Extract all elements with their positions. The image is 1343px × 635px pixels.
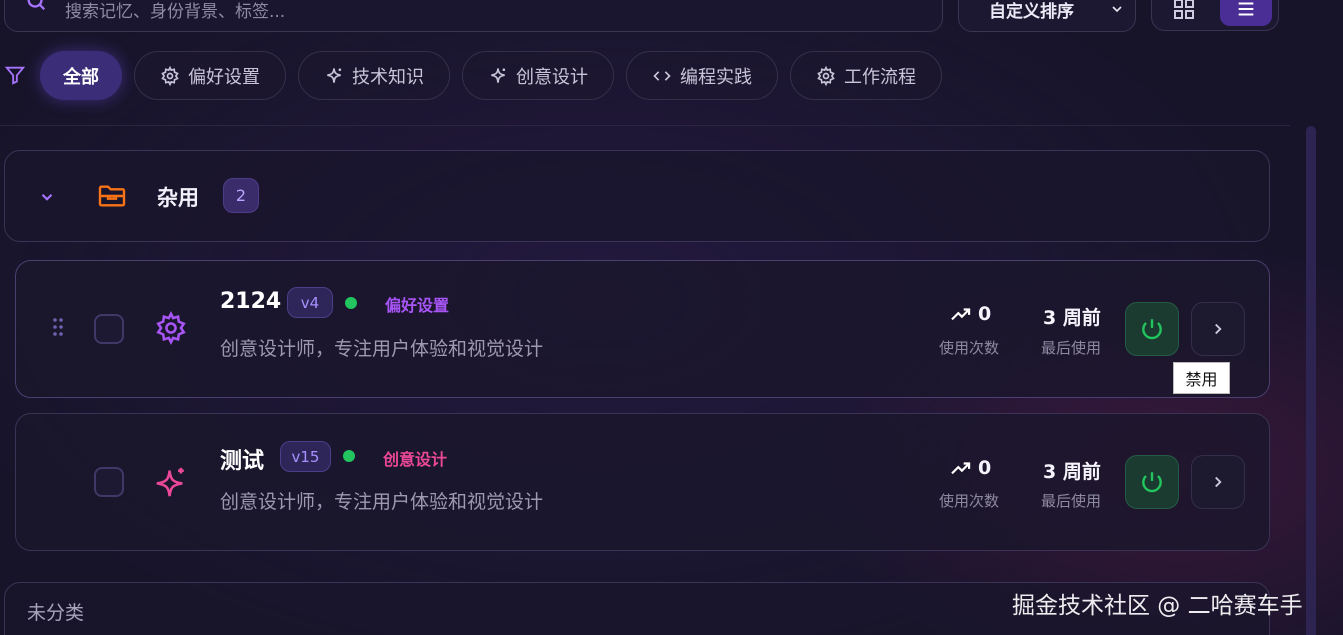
filter-chip-all[interactable]: 全部	[40, 51, 122, 100]
chevron-right-icon	[1215, 323, 1222, 335]
scrollbar[interactable]	[1306, 126, 1316, 635]
usage-count-value: 0	[978, 303, 992, 325]
grid-icon	[1174, 0, 1194, 19]
filter-chip-label: 工作流程	[844, 66, 916, 88]
tooltip: 禁用	[1173, 362, 1230, 394]
grid-view-button[interactable]	[1158, 0, 1210, 26]
list-view-button[interactable]	[1220, 0, 1272, 26]
chevron-down-icon[interactable]	[38, 188, 56, 206]
item-title: 测试	[220, 449, 265, 474]
sparkle-icon	[491, 67, 506, 83]
filter-chip-label: 全部	[63, 66, 99, 88]
power-icon	[1142, 319, 1162, 340]
sparkle-icon	[327, 67, 342, 83]
usage-count: 0	[950, 457, 991, 479]
trending-up-icon	[951, 308, 971, 321]
search-input[interactable]: 搜索记忆、身份背景、标签...	[65, 0, 285, 22]
last-used-value: 3 周前	[1043, 461, 1101, 483]
filter-chip-label: 编程实践	[680, 66, 752, 88]
item-checkbox[interactable]	[94, 467, 124, 497]
trending-up-icon	[951, 462, 971, 475]
last-used-label: 最后使用	[1041, 492, 1102, 510]
folder-open-icon	[98, 185, 126, 207]
item-title: 2124	[220, 289, 282, 314]
filter-chip-coding[interactable]: 编程实践	[626, 51, 778, 100]
open-detail-button[interactable]	[1191, 455, 1245, 509]
version-badge: v15	[280, 441, 331, 472]
code-icon	[653, 70, 671, 81]
list-icon	[1238, 1, 1254, 16]
power-icon	[1142, 472, 1162, 493]
version-badge: v4	[287, 287, 333, 318]
search-box[interactable]: 搜索记忆、身份背景、标签...	[4, 0, 943, 32]
sparkle-icon	[156, 467, 184, 497]
status-dot	[345, 297, 357, 309]
group-count-badge: 2	[223, 178, 259, 213]
chevron-down-icon	[1112, 6, 1122, 13]
drag-handle-icon[interactable]	[52, 317, 64, 337]
category-tag[interactable]: 偏好设置	[385, 292, 449, 316]
gear-icon	[156, 311, 186, 345]
open-detail-button[interactable]	[1191, 302, 1245, 356]
category-tag[interactable]: 创意设计	[383, 446, 447, 470]
filter-chip-label: 技术知识	[352, 66, 424, 88]
last-used-value: 3 周前	[1043, 307, 1101, 329]
filter-icon	[4, 66, 26, 85]
filter-chip-label: 创意设计	[516, 66, 588, 88]
group-title: 杂用	[157, 186, 199, 210]
usage-count: 0	[950, 303, 991, 325]
view-toggle	[1151, 0, 1279, 31]
last-used-label: 最后使用	[1041, 339, 1102, 357]
status-dot	[343, 450, 355, 462]
chevron-right-icon	[1215, 476, 1222, 488]
item-description: 创意设计师，专注用户体验和视觉设计	[220, 338, 544, 360]
usage-label: 使用次数	[939, 339, 1000, 357]
filter-chip-label: 偏好设置	[188, 66, 260, 88]
toggle-enable-button[interactable]	[1125, 455, 1179, 509]
uncategorized-label: 未分类	[27, 602, 85, 624]
sort-dropdown[interactable]: 自定义排序	[958, 0, 1136, 32]
toggle-enable-button[interactable]	[1125, 302, 1179, 356]
watermark: 掘金技术社区 @ 二哈赛车手	[1012, 593, 1303, 619]
usage-count-value: 0	[978, 457, 992, 479]
filter-chip-creative[interactable]: 创意设计	[462, 51, 614, 100]
item-checkbox[interactable]	[94, 314, 124, 344]
usage-label: 使用次数	[939, 492, 1000, 510]
filter-chip-workflow[interactable]: 工作流程	[790, 51, 942, 100]
search-icon	[27, 0, 46, 11]
divider	[0, 125, 1290, 126]
item-description: 创意设计师，专注用户体验和视觉设计	[220, 491, 544, 513]
sort-label: 自定义排序	[989, 1, 1074, 22]
gear-icon	[817, 65, 835, 86]
gear-icon	[161, 65, 179, 86]
filter-chip-tech[interactable]: 技术知识	[298, 51, 450, 100]
filter-chip-preferences[interactable]: 偏好设置	[134, 51, 286, 100]
